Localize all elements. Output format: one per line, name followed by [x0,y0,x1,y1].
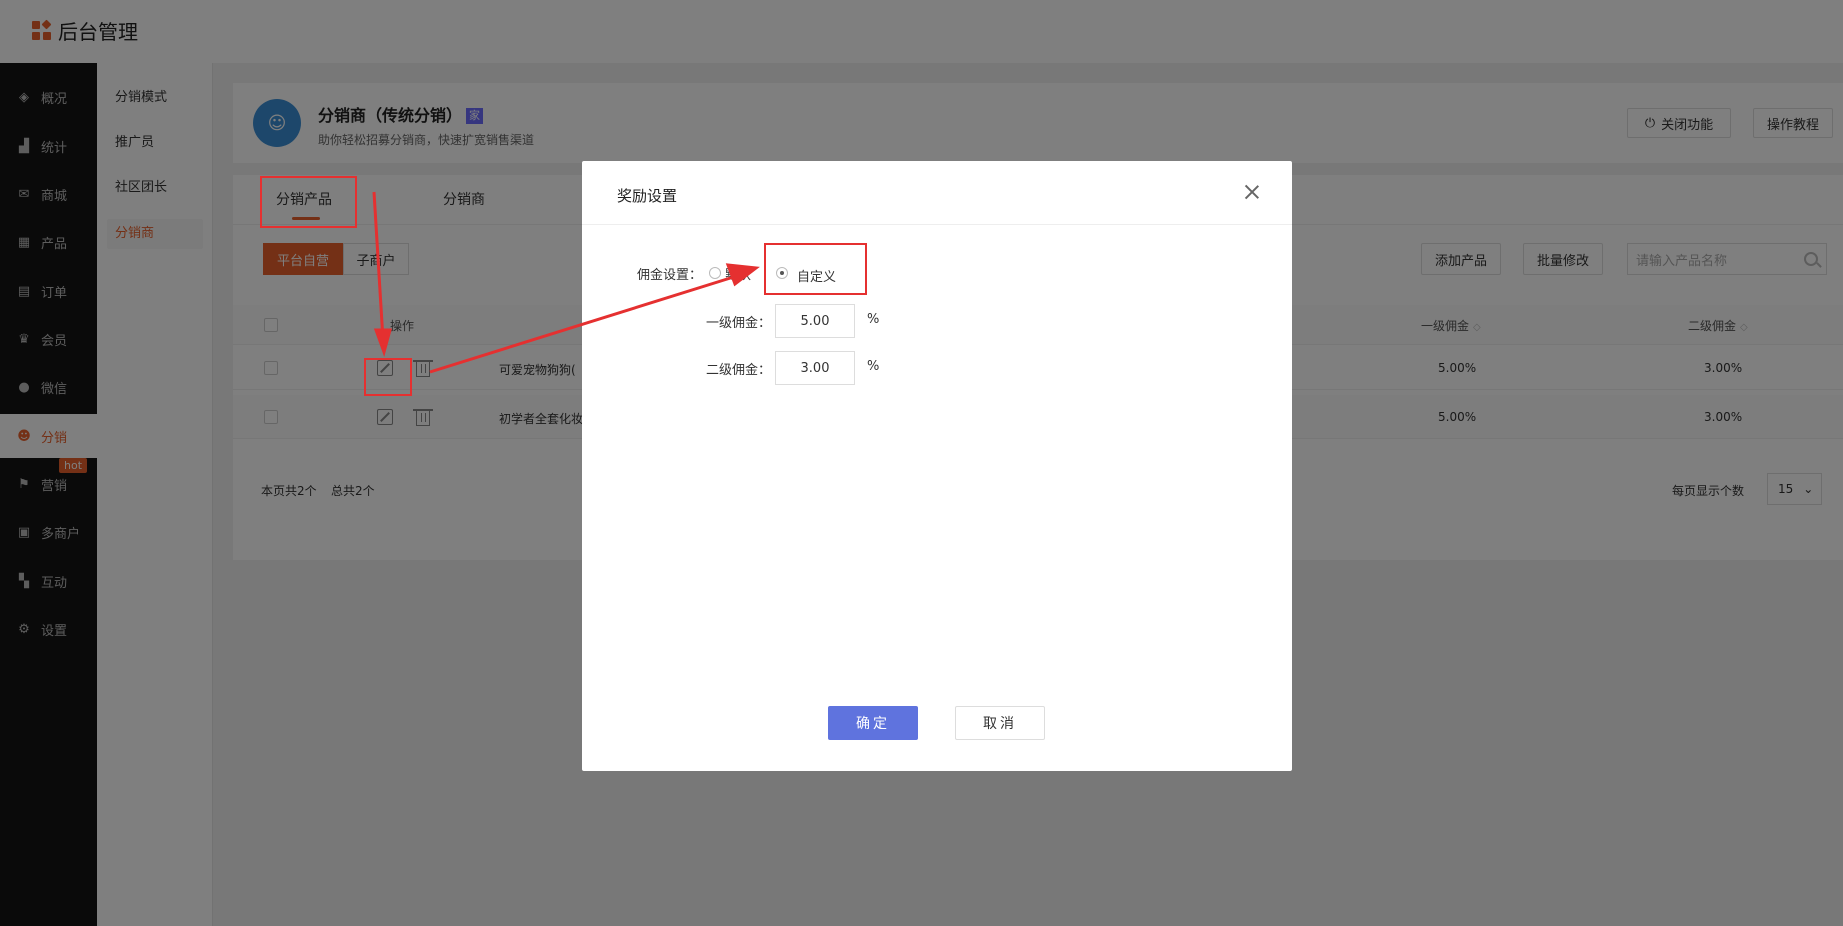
cancel-button[interactable]: 取消 [955,706,1045,740]
annotation-box-edit [364,358,412,396]
level1-commission-label: 一级佣金： [706,316,772,331]
radio-default[interactable] [709,267,721,279]
confirm-button[interactable]: 确定 [828,706,918,740]
level2-commission-input[interactable]: 3.00 [775,351,855,385]
annotation-box-custom [764,243,867,295]
level1-commission-input[interactable]: 5.00 [775,304,855,338]
level2-commission-label: 二级佣金： [706,363,772,378]
radio-default-label[interactable]: 默认 [725,264,751,283]
dialog-header: 奖励设置 [582,161,1292,225]
commission-setting-label: 佣金设置： [637,268,703,283]
annotation-box-tab [260,176,357,228]
close-icon[interactable] [1243,183,1261,201]
dialog-title: 奖励设置 [617,187,678,205]
level1-unit: % [867,312,880,327]
level2-unit: % [867,359,880,374]
reward-settings-dialog: 奖励设置 佣金设置： 默认 自定义 一级佣金： 5.00 % 二级佣金： 3.0… [582,161,1292,771]
